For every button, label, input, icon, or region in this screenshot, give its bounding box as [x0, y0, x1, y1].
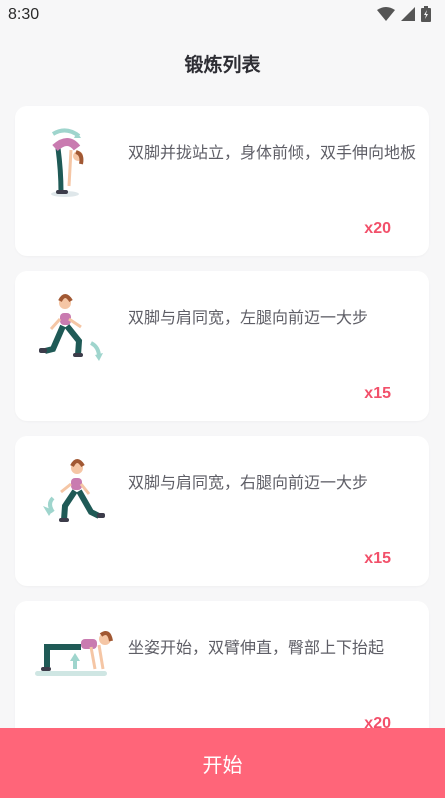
- hip-lift-icon: [35, 631, 113, 676]
- wifi-icon: [377, 7, 395, 21]
- exercise-description: 双脚与肩同宽，左腿向前迈一大步: [128, 308, 369, 327]
- right-lunge-icon: [43, 459, 105, 522]
- status-time: 8:30: [8, 6, 40, 23]
- exercise-description: 坐姿开始，双臂伸直，臀部上下抬起: [128, 638, 385, 657]
- battery-icon: [421, 6, 431, 22]
- exercise-card[interactable]: 双脚与肩同宽，左腿向前迈一大步 x15: [15, 271, 429, 421]
- status-bar: 8:30: [0, 0, 445, 30]
- exercise-count: x15: [364, 550, 391, 567]
- exercise-description: 双脚与肩同宽，右腿向前迈一大步: [128, 473, 369, 492]
- left-lunge-icon: [39, 294, 103, 361]
- exercise-count: x15: [364, 385, 391, 402]
- start-button[interactable]: 开始: [0, 728, 445, 798]
- exercise-card[interactable]: 双脚与肩同宽，右腿向前迈一大步 x15: [15, 436, 429, 586]
- exercise-count: x20: [364, 220, 391, 237]
- signal-icon: [401, 7, 415, 21]
- exercise-description: 双脚并拢站立，身体前倾，双手伸向地板: [128, 143, 417, 162]
- page-title: 锻炼列表: [184, 54, 261, 76]
- status-icons: [377, 6, 431, 22]
- forward-bend-icon: [51, 128, 84, 197]
- exercise-card[interactable]: 双脚并拢站立，身体前倾，双手伸向地板 x20: [15, 106, 429, 256]
- exercise-list: 双脚并拢站立，身体前倾，双手伸向地板 x20 双脚与肩同宽，左腿向前迈一大步 x…: [15, 106, 429, 766]
